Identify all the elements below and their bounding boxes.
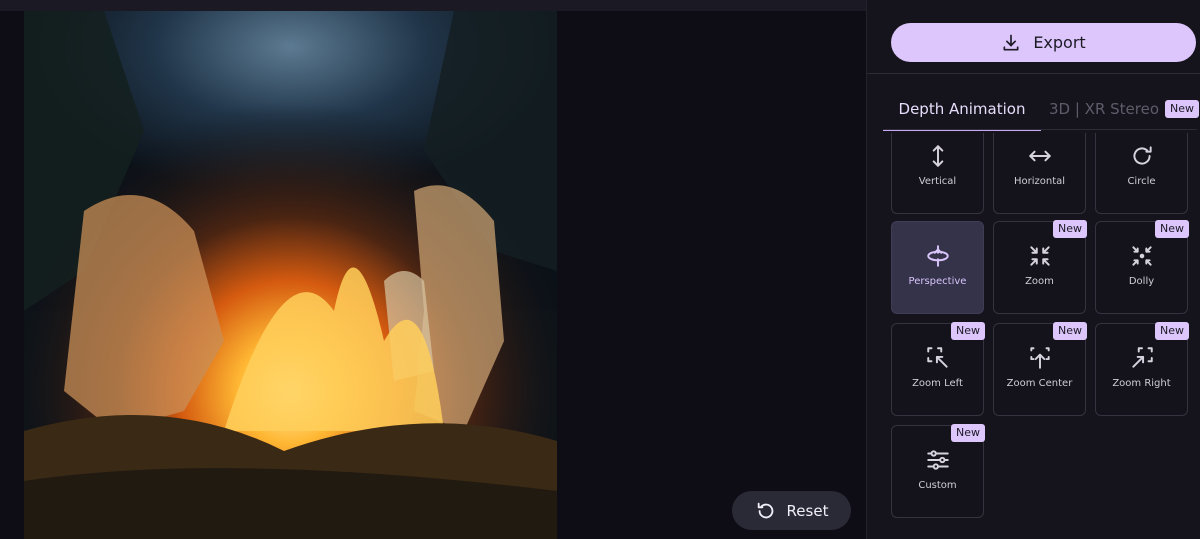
animation-grid: Vertical Horizontal Circle Perspective N… xyxy=(891,133,1193,533)
animation-label: Zoom Right xyxy=(1112,378,1171,389)
horizontal-arrows-icon xyxy=(1026,142,1054,170)
export-label: Export xyxy=(1033,33,1086,52)
animation-card-circle[interactable]: Circle xyxy=(1095,133,1188,214)
new-badge: New xyxy=(1155,322,1189,340)
animation-label: Zoom Center xyxy=(1006,378,1073,389)
new-badge: New xyxy=(951,424,985,442)
new-badge: New xyxy=(1155,220,1189,238)
tab-bar: Depth Animation 3D | XR Stereo New xyxy=(883,92,1200,131)
animation-label: Horizontal xyxy=(1013,176,1066,187)
tab-underline xyxy=(883,129,1197,130)
new-badge: New xyxy=(1053,220,1087,238)
sliders-icon xyxy=(924,446,952,474)
preview-image xyxy=(24,11,557,539)
animation-label: Dolly xyxy=(1128,276,1155,287)
perspective-icon xyxy=(924,242,952,270)
download-icon xyxy=(1003,34,1019,51)
reset-icon xyxy=(757,502,773,518)
animation-card-zoom[interactable]: New Zoom xyxy=(993,220,1087,314)
vertical-arrows-icon xyxy=(924,142,952,170)
tab-xr-stereo[interactable]: 3D | XR Stereo New xyxy=(1049,92,1200,130)
tab-xr-stereo-label: 3D | XR Stereo xyxy=(1049,100,1160,118)
reset-button[interactable]: Reset xyxy=(732,491,851,530)
zoom-center-icon xyxy=(1026,344,1054,372)
top-strip xyxy=(0,0,866,11)
animation-label: Circle xyxy=(1127,176,1156,187)
circle-arrow-icon xyxy=(1128,142,1156,170)
new-badge: New xyxy=(1165,100,1200,118)
animation-label: Custom xyxy=(918,480,957,491)
zoom-icon xyxy=(1026,242,1054,270)
animation-card-zoom-left[interactable]: New Zoom Left xyxy=(891,322,985,416)
animation-card-vertical[interactable]: Vertical xyxy=(891,133,984,214)
side-panel: Export Depth Animation 3D | XR Stereo New… xyxy=(866,0,1200,539)
animation-label: Perspective xyxy=(908,276,967,287)
animation-label: Zoom Left xyxy=(912,378,963,389)
panel-divider xyxy=(867,73,1200,74)
animation-label: Zoom xyxy=(1025,276,1054,287)
animation-card-zoom-center[interactable]: New Zoom Center xyxy=(993,322,1087,416)
animation-card-dolly[interactable]: New Dolly xyxy=(1095,220,1189,314)
animation-card-zoom-right[interactable]: New Zoom Right xyxy=(1095,322,1189,416)
animation-card-custom[interactable]: New Custom xyxy=(891,424,985,518)
animation-card-horizontal[interactable]: Horizontal xyxy=(993,133,1086,214)
dolly-icon xyxy=(1128,242,1156,270)
zoom-right-icon xyxy=(1128,344,1156,372)
tab-depth-animation[interactable]: Depth Animation xyxy=(883,92,1041,131)
tab-depth-animation-label: Depth Animation xyxy=(898,100,1026,118)
export-button[interactable]: Export xyxy=(891,23,1196,62)
reset-label: Reset xyxy=(786,501,829,520)
animation-card-perspective[interactable]: Perspective xyxy=(891,221,984,314)
animation-label: Vertical xyxy=(918,176,957,187)
zoom-left-icon xyxy=(924,344,952,372)
new-badge: New xyxy=(951,322,985,340)
new-badge: New xyxy=(1053,322,1087,340)
